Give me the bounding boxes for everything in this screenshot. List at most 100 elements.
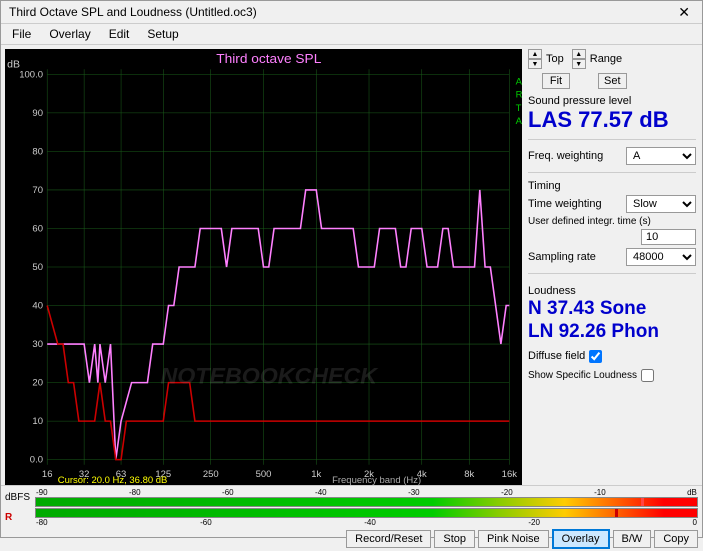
integr-time-input[interactable]: [641, 229, 696, 245]
svg-text:30: 30: [32, 339, 43, 349]
scale-minus40: -40: [315, 488, 327, 497]
integr-time-label: User defined integr. time (s): [528, 216, 696, 227]
svg-text:0.0: 0.0: [30, 455, 43, 465]
timing-label: Timing: [528, 180, 696, 192]
r-scale-minus60: -60: [200, 518, 212, 527]
menu-file[interactable]: File: [9, 26, 34, 42]
set-button[interactable]: Set: [598, 73, 627, 89]
r-meter-row: R -80 -60 -40 -20 0: [5, 508, 698, 527]
fit-set-controls: Fit Set: [528, 73, 696, 89]
show-specific-checkbox[interactable]: [641, 369, 654, 382]
svg-text:A: A: [516, 116, 522, 126]
diffuse-field-checkbox[interactable]: [589, 350, 602, 363]
loudness-section: Loudness N 37.43 Sone LN 92.26 Phon: [528, 285, 696, 344]
main-window: Third Octave SPL and Loudness (Untitled.…: [0, 0, 703, 538]
svg-text:500: 500: [256, 469, 272, 479]
r-meter-container: -80 -60 -40 -20 0: [35, 508, 698, 527]
sampling-rate-row: Sampling rate 48000 44100: [528, 248, 696, 266]
menu-bar: File Overlay Edit Setup: [1, 24, 702, 45]
top-spinner[interactable]: ▲ ▼: [528, 49, 542, 69]
show-specific-label: Show Specific Loudness: [528, 370, 637, 381]
chart-svg: 100.0 90 80 70 60 50 40 30 20 10 0.0 dB: [5, 49, 522, 485]
svg-text:250: 250: [203, 469, 219, 479]
r-level-indicator: [615, 509, 618, 517]
r-label: R: [5, 512, 33, 523]
dbfs-level-bar: [35, 497, 698, 507]
freq-weighting-label: Freq. weighting: [528, 150, 603, 162]
svg-text:1k: 1k: [311, 469, 321, 479]
r-scale-minus80: -80: [36, 518, 48, 527]
timing-section: Timing Time weighting Slow Fast Impulse …: [528, 180, 696, 266]
svg-text:8k: 8k: [464, 469, 474, 479]
meter-section: dBFS -90 -80 -60 -40 -30 -20 -10 dB: [1, 486, 702, 527]
divider-3: [528, 273, 696, 274]
svg-text:T: T: [516, 103, 522, 113]
svg-text:A: A: [516, 77, 522, 87]
svg-text:Cursor: 20.0 Hz, 36.80 dB: Cursor: 20.0 Hz, 36.80 dB: [58, 475, 168, 485]
svg-text:Frequency band (Hz): Frequency band (Hz): [332, 475, 421, 485]
dbfs-meter-row: dBFS -90 -80 -60 -40 -30 -20 -10 dB: [5, 488, 698, 507]
sampling-rate-label: Sampling rate: [528, 251, 596, 263]
svg-text:40: 40: [32, 301, 43, 311]
r-scale-minus40: -40: [364, 518, 376, 527]
svg-text:20: 20: [32, 378, 43, 388]
scale-minus90: -90: [36, 488, 48, 497]
menu-overlay[interactable]: Overlay: [46, 26, 93, 42]
sampling-rate-select[interactable]: 48000 44100: [626, 248, 696, 266]
range-down-btn[interactable]: ▼: [572, 59, 586, 69]
loudness-value-2: LN 92.26 Phon: [528, 321, 696, 344]
chart-area: 100.0 90 80 70 60 50 40 30 20 10 0.0 dB: [5, 49, 522, 485]
svg-text:NOTEBOOKCHECK: NOTEBOOKCHECK: [161, 363, 379, 388]
range-spinner[interactable]: ▲ ▼: [572, 49, 586, 69]
record-reset-button[interactable]: Record/Reset: [346, 530, 431, 548]
dbfs-level-indicator: [641, 498, 644, 506]
svg-text:dB: dB: [7, 59, 20, 70]
scale-minus10: -10: [594, 488, 606, 497]
svg-text:10: 10: [32, 416, 43, 426]
dbfs-meter-container: -90 -80 -60 -40 -30 -20 -10 dB: [35, 488, 698, 507]
divider-2: [528, 172, 696, 173]
pink-noise-button[interactable]: Pink Noise: [478, 530, 549, 548]
freq-weighting-select[interactable]: A C Z: [626, 147, 696, 165]
top-up-btn[interactable]: ▲: [528, 49, 542, 59]
r-scale-minus20: -20: [528, 518, 540, 527]
svg-text:70: 70: [32, 185, 43, 195]
stop-button[interactable]: Stop: [434, 530, 475, 548]
fit-button[interactable]: Fit: [542, 73, 570, 89]
window-title: Third Octave SPL and Loudness (Untitled.…: [9, 5, 257, 19]
close-button[interactable]: ✕: [674, 5, 694, 19]
r-scale-0: 0: [693, 518, 697, 527]
right-panel: ▲ ▼ Top ▲ ▼ Range Fit Set Sound pressur: [522, 45, 702, 485]
menu-edit[interactable]: Edit: [106, 26, 133, 42]
main-content: 100.0 90 80 70 60 50 40 30 20 10 0.0 dB: [1, 45, 702, 485]
copy-button[interactable]: Copy: [654, 530, 698, 548]
scale-minus30: -30: [408, 488, 420, 497]
dbfs-label: dBFS: [5, 492, 33, 503]
scale-db: dB: [687, 488, 697, 497]
svg-text:R: R: [516, 90, 522, 100]
top-label: Top: [546, 53, 564, 65]
diffuse-field-label: Diffuse field: [528, 350, 585, 362]
svg-text:90: 90: [32, 108, 43, 118]
spl-value: LAS 77.57 dB: [528, 108, 696, 132]
spl-label: Sound pressure level: [528, 95, 696, 107]
time-weighting-select[interactable]: Slow Fast Impulse: [626, 195, 696, 213]
menu-setup[interactable]: Setup: [144, 26, 181, 42]
top-fit-controls: ▲ ▼ Top ▲ ▼ Range: [528, 49, 696, 69]
range-label: Range: [590, 53, 622, 65]
diffuse-field-row: Diffuse field: [528, 350, 696, 363]
r-level-bar: [35, 508, 698, 518]
svg-text:100.0: 100.0: [19, 70, 43, 80]
freq-weighting-row: Freq. weighting A C Z: [528, 147, 696, 165]
bw-button[interactable]: B/W: [613, 530, 652, 548]
overlay-button[interactable]: Overlay: [552, 529, 610, 549]
button-row: Record/Reset Stop Pink Noise Overlay B/W…: [1, 527, 702, 551]
loudness-label: Loudness: [528, 285, 696, 297]
scale-minus20: -20: [501, 488, 513, 497]
integr-time-row: User defined integr. time (s): [528, 216, 696, 245]
svg-text:16: 16: [42, 469, 53, 479]
time-weighting-label: Time weighting: [528, 198, 602, 210]
svg-text:60: 60: [32, 224, 43, 234]
top-down-btn[interactable]: ▼: [528, 59, 542, 69]
range-up-btn[interactable]: ▲: [572, 49, 586, 59]
